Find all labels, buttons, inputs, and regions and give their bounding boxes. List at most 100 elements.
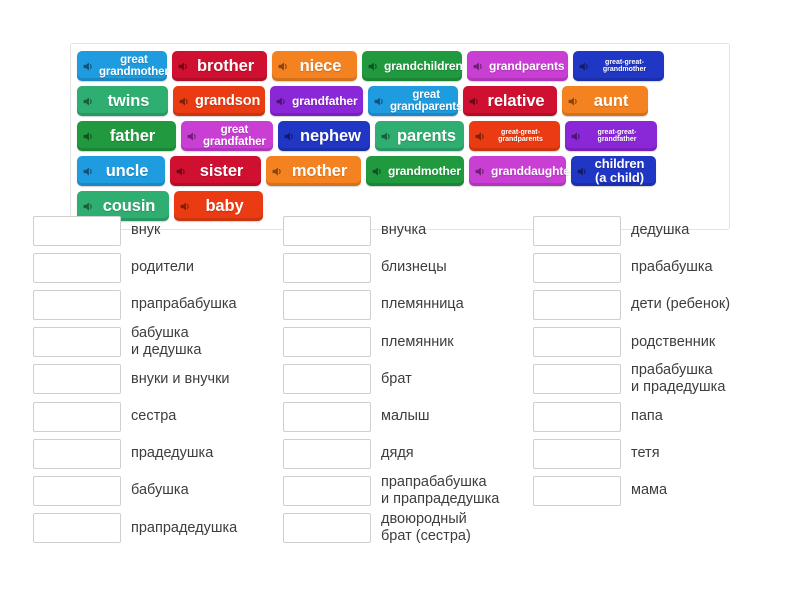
word-tile-label: brother bbox=[196, 56, 255, 75]
speaker-icon[interactable] bbox=[474, 165, 487, 178]
translation-label: родственник bbox=[631, 333, 716, 350]
word-tile-label: nephew bbox=[300, 126, 361, 145]
drop-target-box[interactable] bbox=[533, 438, 621, 469]
word-tile-label: grandfather bbox=[292, 93, 358, 108]
drop-target-box[interactable] bbox=[283, 327, 371, 358]
drop-target-box[interactable] bbox=[283, 475, 371, 506]
speaker-icon[interactable] bbox=[82, 200, 95, 213]
word-tile[interactable]: great-great-grandfather bbox=[565, 121, 657, 151]
answer-row: родители bbox=[33, 249, 250, 286]
speaker-icon[interactable] bbox=[82, 165, 95, 178]
drop-target-box[interactable] bbox=[533, 327, 621, 358]
drop-target-box[interactable] bbox=[33, 475, 121, 506]
speaker-icon[interactable] bbox=[277, 60, 290, 73]
word-tile[interactable]: great-great-grandparents bbox=[469, 121, 560, 151]
drop-target-box[interactable] bbox=[33, 327, 121, 358]
translation-label: малыш bbox=[381, 407, 430, 424]
speaker-icon[interactable] bbox=[175, 165, 188, 178]
speaker-icon[interactable] bbox=[179, 200, 192, 213]
answer-row: прабабушка bbox=[533, 249, 750, 286]
speaker-icon[interactable] bbox=[371, 165, 384, 178]
speaker-icon[interactable] bbox=[570, 130, 583, 143]
word-tile[interactable]: great grandmother bbox=[77, 51, 169, 81]
word-tile[interactable]: grandson bbox=[173, 86, 265, 116]
translation-label: племянник bbox=[381, 333, 454, 350]
speaker-icon[interactable] bbox=[474, 130, 487, 143]
speaker-icon[interactable] bbox=[472, 60, 485, 73]
word-tile[interactable]: relative bbox=[463, 86, 557, 116]
word-tile[interactable]: grandmother bbox=[366, 156, 464, 186]
speaker-icon[interactable] bbox=[468, 95, 481, 108]
speaker-icon[interactable] bbox=[271, 165, 284, 178]
word-tile[interactable]: parents bbox=[375, 121, 464, 151]
translation-label: папа bbox=[631, 407, 663, 424]
speaker-icon[interactable] bbox=[275, 95, 288, 108]
speaker-icon[interactable] bbox=[578, 60, 591, 73]
drop-target-box[interactable] bbox=[533, 364, 621, 395]
word-tile[interactable]: children (a child) bbox=[571, 156, 656, 186]
word-tile[interactable]: niece bbox=[272, 51, 357, 81]
translation-label: тетя bbox=[631, 445, 660, 462]
speaker-icon[interactable] bbox=[82, 95, 95, 108]
speaker-icon[interactable] bbox=[82, 130, 95, 143]
drop-target-box[interactable] bbox=[33, 513, 121, 544]
word-tile[interactable]: great grandfather bbox=[181, 121, 273, 151]
speaker-icon[interactable] bbox=[380, 130, 393, 143]
translation-label: внуки и внучки bbox=[131, 370, 230, 387]
translation-label: брат bbox=[381, 370, 412, 387]
answer-row: прапрабабушка и прапрадедушка bbox=[283, 472, 500, 509]
answer-row: внук bbox=[33, 212, 250, 249]
word-tile[interactable]: twins bbox=[77, 86, 168, 116]
answer-row: бабушка bbox=[33, 472, 250, 509]
word-tile[interactable]: father bbox=[77, 121, 176, 151]
word-tile[interactable]: aunt bbox=[562, 86, 648, 116]
drop-target-box[interactable] bbox=[33, 401, 121, 432]
speaker-icon[interactable] bbox=[373, 95, 386, 108]
speaker-icon[interactable] bbox=[283, 130, 296, 143]
drop-target-box[interactable] bbox=[33, 215, 121, 246]
word-tile-label: great grandmother bbox=[99, 53, 169, 78]
translation-label: прадедушка bbox=[131, 445, 214, 462]
drop-target-box[interactable] bbox=[533, 215, 621, 246]
answer-row: дети (ребенок) bbox=[533, 286, 750, 323]
drop-target-box[interactable] bbox=[283, 401, 371, 432]
word-tile[interactable]: nephew bbox=[278, 121, 370, 151]
drop-target-box[interactable] bbox=[533, 475, 621, 506]
translation-label: бабушка bbox=[131, 482, 189, 499]
speaker-icon[interactable] bbox=[177, 60, 190, 73]
drop-target-box[interactable] bbox=[33, 289, 121, 320]
drop-target-box[interactable] bbox=[283, 438, 371, 469]
word-tile[interactable]: grandparents bbox=[467, 51, 568, 81]
drop-target-box[interactable] bbox=[533, 401, 621, 432]
speaker-icon[interactable] bbox=[178, 95, 191, 108]
word-tile[interactable]: brother bbox=[172, 51, 267, 81]
drop-target-box[interactable] bbox=[283, 289, 371, 320]
drop-target-box[interactable] bbox=[33, 438, 121, 469]
word-tile[interactable]: granddaughter bbox=[469, 156, 574, 186]
word-tile-label: aunt bbox=[593, 91, 629, 110]
drop-target-box[interactable] bbox=[533, 252, 621, 283]
drop-target-box[interactable] bbox=[283, 364, 371, 395]
speaker-icon[interactable] bbox=[576, 165, 589, 178]
word-tile[interactable]: mother bbox=[266, 156, 361, 186]
translation-label: близнецы bbox=[381, 259, 447, 276]
drop-target-box[interactable] bbox=[283, 215, 371, 246]
speaker-icon[interactable] bbox=[82, 60, 95, 73]
word-tile[interactable]: grandfather bbox=[270, 86, 363, 116]
drop-target-box[interactable] bbox=[33, 252, 121, 283]
speaker-icon[interactable] bbox=[186, 130, 199, 143]
drop-target-box[interactable] bbox=[283, 252, 371, 283]
drop-target-box[interactable] bbox=[283, 513, 371, 544]
drop-target-box[interactable] bbox=[33, 364, 121, 395]
word-tile[interactable]: grandchildren bbox=[362, 51, 463, 81]
word-tile[interactable]: great grandparents bbox=[368, 86, 462, 116]
speaker-icon[interactable] bbox=[567, 95, 580, 108]
word-tile[interactable]: sister bbox=[170, 156, 261, 186]
word-tile[interactable]: uncle bbox=[77, 156, 165, 186]
answer-row: прапрабабушка bbox=[33, 286, 250, 323]
word-tile[interactable]: great-great-grandmother bbox=[573, 51, 664, 81]
drop-target-box[interactable] bbox=[533, 289, 621, 320]
answer-column: внук родители прапрабабушка бабушка и дедуш… bbox=[0, 212, 250, 547]
speaker-icon[interactable] bbox=[367, 60, 380, 73]
word-tile-label: great-great-grandparents bbox=[498, 128, 543, 143]
